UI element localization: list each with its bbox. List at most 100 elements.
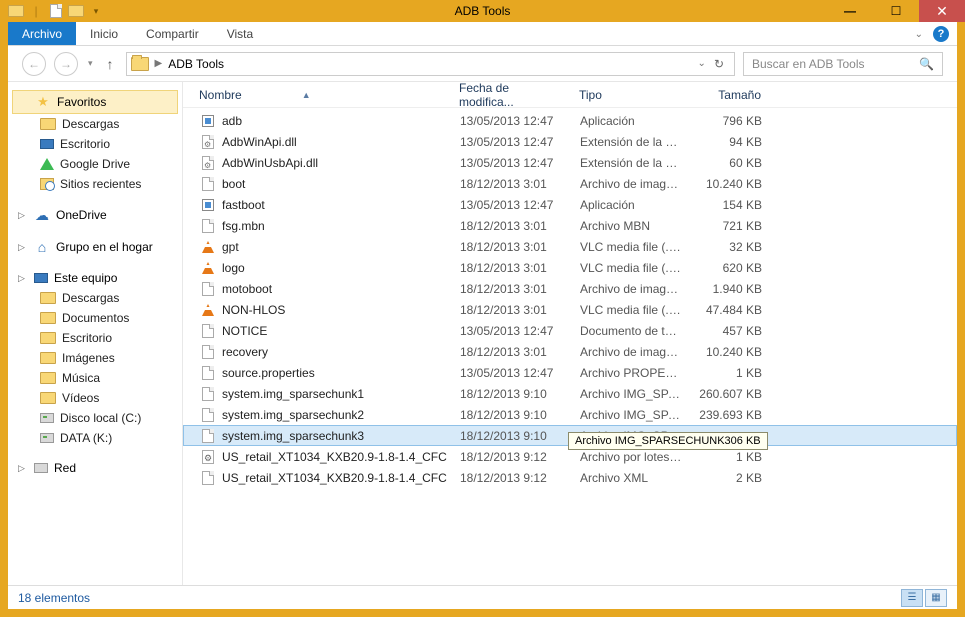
view-details-button[interactable]: ☰ bbox=[901, 589, 923, 607]
file-size: 47.484 KB bbox=[690, 303, 770, 317]
file-row[interactable]: motoboot18/12/2013 3:01Archivo de image.… bbox=[183, 278, 957, 299]
expand-icon[interactable]: ▷ bbox=[18, 273, 28, 284]
nav-google-drive[interactable]: Google Drive bbox=[12, 154, 178, 174]
column-size[interactable]: Tamaño bbox=[689, 88, 769, 102]
ribbon-minimize-icon[interactable]: ⌄ bbox=[915, 29, 923, 40]
navigation-pane: ★ Favoritos Descargas Escritorio Google … bbox=[8, 82, 183, 585]
tab-share[interactable]: Compartir bbox=[132, 22, 213, 45]
file-row[interactable]: logo18/12/2013 3:01VLC media file (.bi..… bbox=[183, 257, 957, 278]
nav-pc-music[interactable]: Música bbox=[12, 368, 178, 388]
file-row[interactable]: AdbWinUsbApi.dll13/05/2013 12:47Extensió… bbox=[183, 152, 957, 173]
minimize-button[interactable]: — bbox=[827, 0, 873, 22]
tab-home[interactable]: Inicio bbox=[76, 22, 132, 45]
column-name[interactable]: Nombre▲ bbox=[191, 88, 451, 102]
file-date: 13/05/2013 12:47 bbox=[452, 366, 572, 380]
file-type: Archivo por lotes ... bbox=[572, 450, 690, 464]
file-name: NOTICE bbox=[222, 324, 267, 338]
nav-homegroup[interactable]: ▷⌂Grupo en el hogar bbox=[12, 236, 178, 258]
help-icon[interactable]: ? bbox=[933, 26, 949, 42]
tab-view[interactable]: Vista bbox=[213, 22, 267, 45]
file-list[interactable]: adb13/05/2013 12:47Aplicación796 KBAdbWi… bbox=[183, 108, 957, 585]
file-type-icon bbox=[200, 302, 216, 318]
file-size: 620 KB bbox=[690, 261, 770, 275]
drive-icon bbox=[40, 433, 54, 443]
nav-network[interactable]: ▷Red bbox=[12, 458, 178, 478]
chevron-down-icon[interactable]: ⌄ bbox=[698, 58, 706, 69]
chevron-right-icon[interactable]: ▶ bbox=[155, 58, 163, 69]
view-icons-button[interactable]: ▦ bbox=[925, 589, 947, 607]
expand-icon[interactable]: ▷ bbox=[18, 242, 28, 253]
folder-icon bbox=[40, 392, 56, 404]
google-drive-icon bbox=[40, 158, 54, 170]
nav-onedrive[interactable]: ▷☁OneDrive bbox=[12, 204, 178, 226]
column-type[interactable]: Tipo bbox=[571, 88, 689, 102]
nav-pc-c-drive[interactable]: Disco local (C:) bbox=[12, 408, 178, 428]
nav-pc-k-drive[interactable]: DATA (K:) bbox=[12, 428, 178, 448]
file-row[interactable]: NON-HLOS18/12/2013 3:01VLC media file (.… bbox=[183, 299, 957, 320]
nav-favorites[interactable]: ★ Favoritos bbox=[12, 90, 178, 114]
maximize-button[interactable]: ☐ bbox=[873, 0, 919, 22]
network-icon bbox=[34, 463, 48, 473]
file-type: Archivo MBN bbox=[572, 219, 690, 233]
properties-icon[interactable] bbox=[48, 3, 64, 19]
file-type-icon bbox=[200, 260, 216, 276]
file-row[interactable]: gpt18/12/2013 3:01VLC media file (.bi...… bbox=[183, 236, 957, 257]
file-row[interactable]: US_retail_XT1034_KXB20.9-1.8-1.4_CFC18/1… bbox=[183, 467, 957, 488]
nav-pc-videos[interactable]: Vídeos bbox=[12, 388, 178, 408]
nav-pc-documents[interactable]: Documentos bbox=[12, 308, 178, 328]
file-type: Archivo IMG_SPA... bbox=[572, 387, 690, 401]
close-button[interactable]: ✕ bbox=[919, 0, 965, 22]
expand-icon[interactable]: ▷ bbox=[18, 463, 28, 474]
file-type-icon bbox=[200, 113, 216, 129]
file-row[interactable]: fastboot13/05/2013 12:47Aplicación154 KB bbox=[183, 194, 957, 215]
back-button[interactable]: ← bbox=[22, 52, 46, 76]
refresh-icon[interactable]: ↻ bbox=[714, 57, 724, 71]
search-input[interactable]: Buscar en ADB Tools 🔍 bbox=[743, 52, 943, 76]
file-pane: Nombre▲ Fecha de modifica... Tipo Tamaño… bbox=[183, 82, 957, 585]
breadcrumb-item[interactable]: ADB Tools bbox=[168, 57, 224, 71]
file-name: US_retail_XT1034_KXB20.9-1.8-1.4_CFC bbox=[222, 450, 447, 464]
file-type-icon bbox=[200, 134, 216, 150]
file-date: 18/12/2013 9:12 bbox=[452, 450, 572, 464]
file-type: Archivo de image... bbox=[572, 345, 690, 359]
recent-locations-icon[interactable]: ▾ bbox=[86, 58, 95, 69]
file-date: 18/12/2013 3:01 bbox=[452, 219, 572, 233]
nav-pc-pictures[interactable]: Imágenes bbox=[12, 348, 178, 368]
file-size: 239.693 KB bbox=[690, 408, 770, 422]
nav-this-pc[interactable]: ▷Este equipo bbox=[12, 268, 178, 288]
file-type: Documento de tex... bbox=[572, 324, 690, 338]
nav-recent[interactable]: Sitios recientes bbox=[12, 174, 178, 194]
file-row[interactable]: AdbWinApi.dll13/05/2013 12:47Extensión d… bbox=[183, 131, 957, 152]
file-row[interactable]: system.img_sparsechunk218/12/2013 9:10Ar… bbox=[183, 404, 957, 425]
nav-pc-desktop[interactable]: Escritorio bbox=[12, 328, 178, 348]
file-row[interactable]: source.properties13/05/2013 12:47Archivo… bbox=[183, 362, 957, 383]
nav-desktop[interactable]: Escritorio bbox=[12, 134, 178, 154]
file-row[interactable]: system.img_sparsechunk118/12/2013 9:10Ar… bbox=[183, 383, 957, 404]
qat-dropdown-icon[interactable]: ▾ bbox=[88, 3, 104, 19]
tab-file[interactable]: Archivo bbox=[8, 22, 76, 45]
file-date: 13/05/2013 12:47 bbox=[452, 135, 572, 149]
file-size: 60 KB bbox=[690, 156, 770, 170]
expand-icon[interactable]: ▷ bbox=[18, 210, 28, 221]
file-date: 18/12/2013 3:01 bbox=[452, 240, 572, 254]
file-row[interactable]: fsg.mbn18/12/2013 3:01Archivo MBN721 KB bbox=[183, 215, 957, 236]
file-size: 154 KB bbox=[690, 198, 770, 212]
up-button[interactable]: ↑ bbox=[103, 56, 118, 72]
homegroup-icon: ⌂ bbox=[34, 239, 50, 255]
file-type-icon bbox=[200, 218, 216, 234]
nav-downloads[interactable]: Descargas bbox=[12, 114, 178, 134]
file-row[interactable]: NOTICE13/05/2013 12:47Documento de tex..… bbox=[183, 320, 957, 341]
ribbon-tabs: Archivo Inicio Compartir Vista ⌄ ? bbox=[8, 22, 957, 46]
file-size: 260.607 KB bbox=[690, 387, 770, 401]
file-row[interactable]: adb13/05/2013 12:47Aplicación796 KB bbox=[183, 110, 957, 131]
file-type-icon bbox=[200, 428, 216, 444]
column-date[interactable]: Fecha de modifica... bbox=[451, 81, 571, 109]
file-size: 796 KB bbox=[690, 114, 770, 128]
file-row[interactable]: recovery18/12/2013 3:01Archivo de image.… bbox=[183, 341, 957, 362]
nav-pc-downloads[interactable]: Descargas bbox=[12, 288, 178, 308]
new-folder-icon[interactable] bbox=[68, 3, 84, 19]
forward-button[interactable]: → bbox=[54, 52, 78, 76]
file-type: VLC media file (.bi... bbox=[572, 261, 690, 275]
file-row[interactable]: boot18/12/2013 3:01Archivo de image...10… bbox=[183, 173, 957, 194]
breadcrumb[interactable]: ▶ ADB Tools ⌄ ↻ bbox=[126, 52, 735, 76]
